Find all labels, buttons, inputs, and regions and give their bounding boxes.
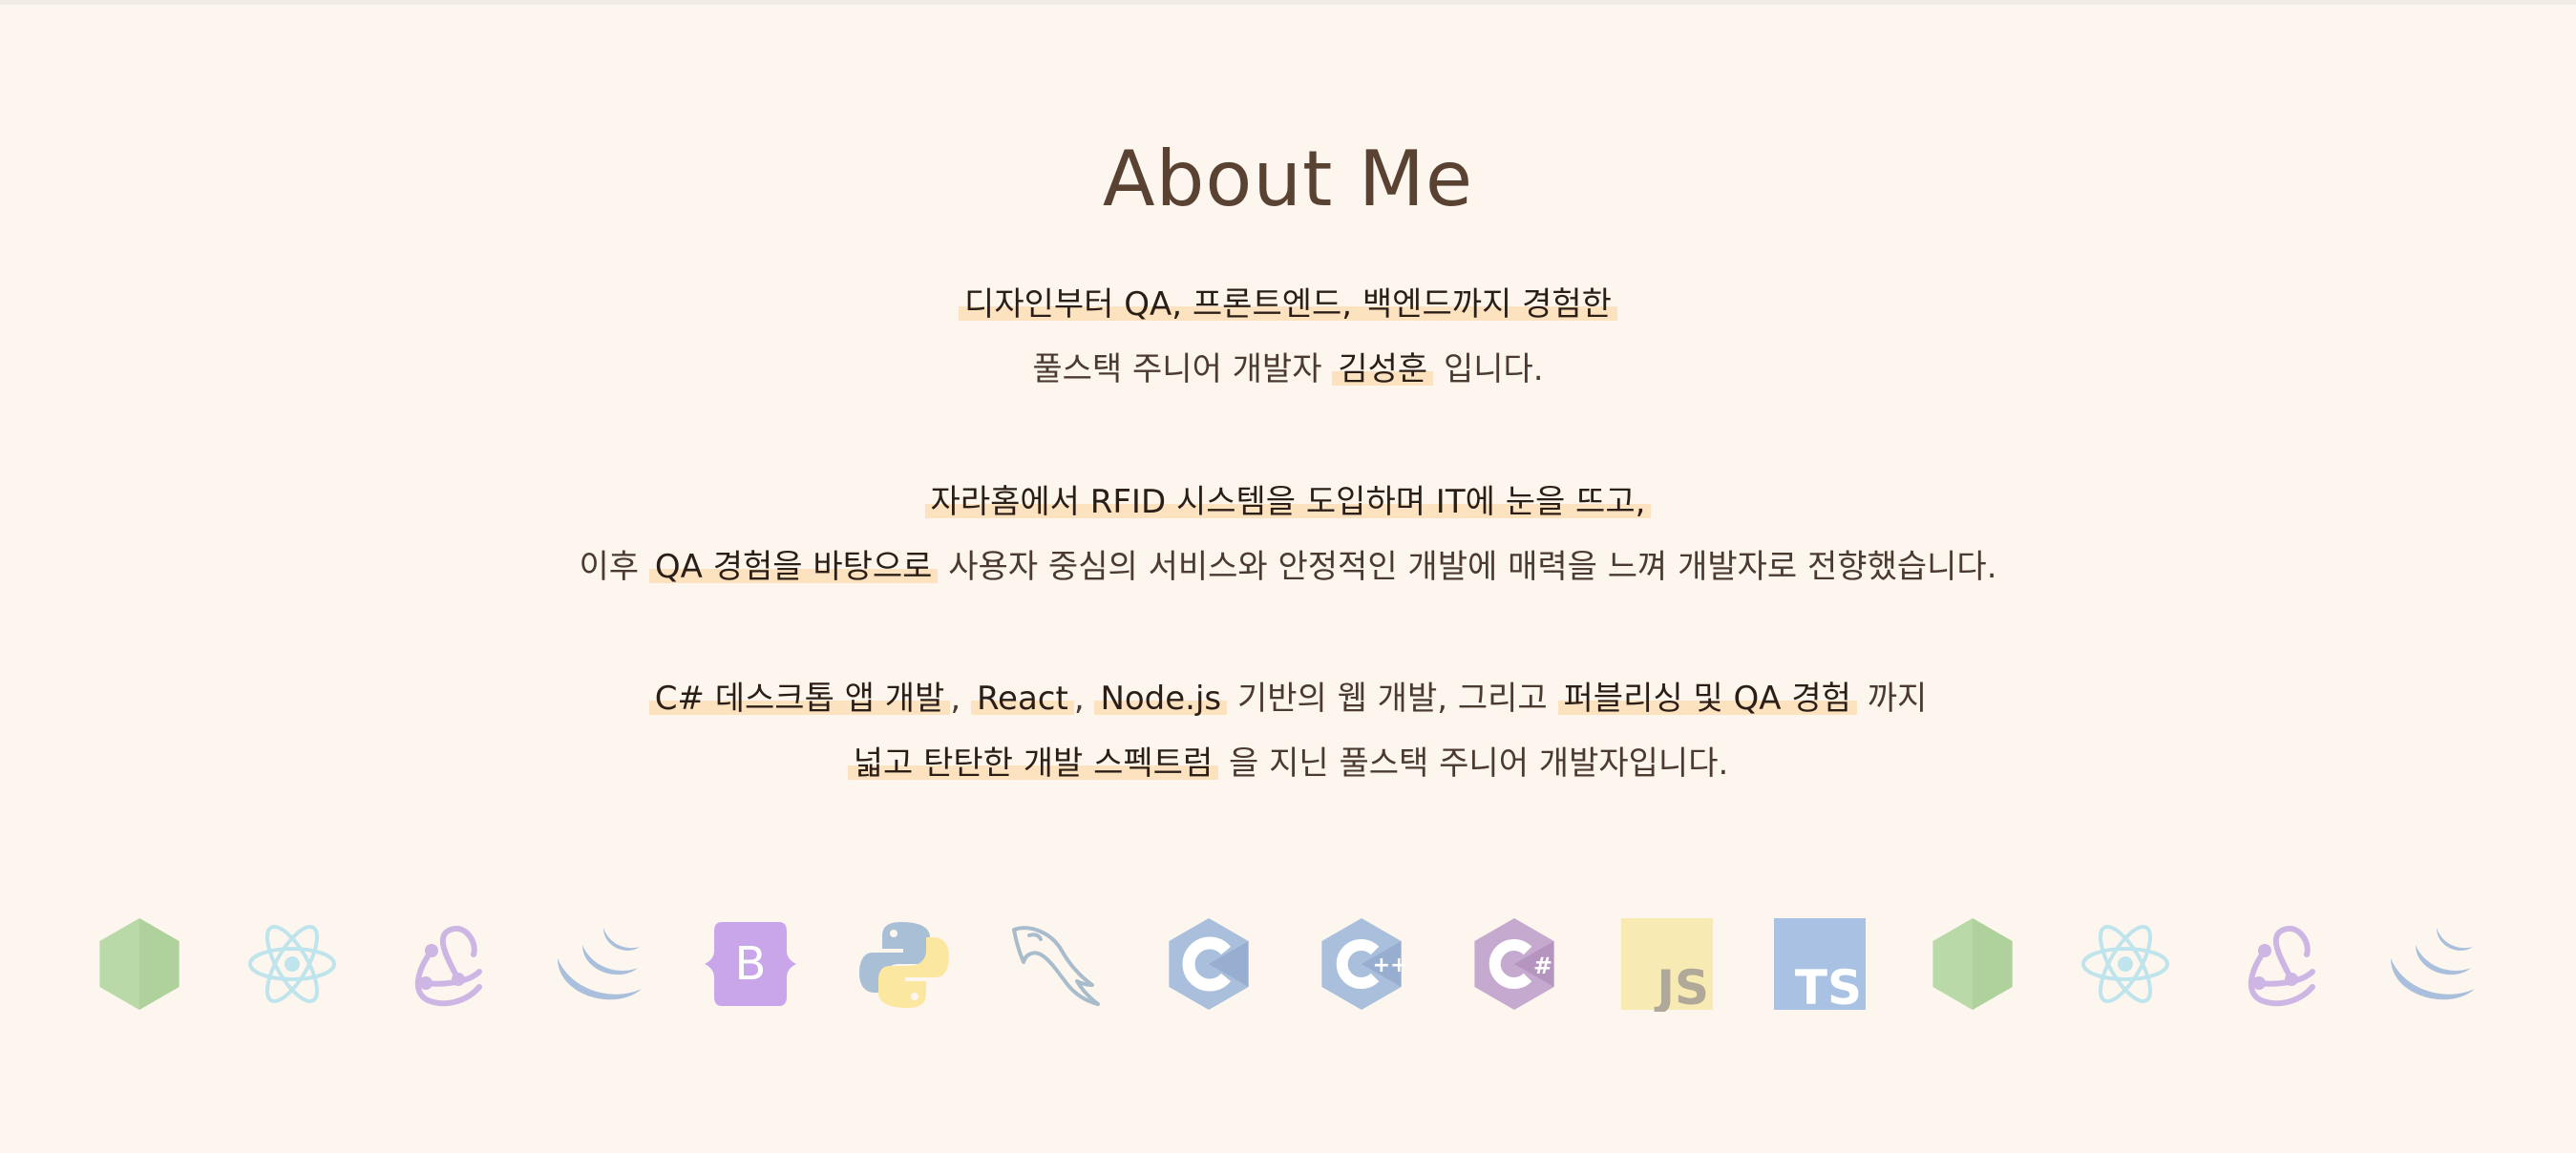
jquery-icon [2391, 928, 2475, 1000]
highlight-text: C# 데스크톱 앱 개발 [648, 680, 951, 718]
python-icon [859, 922, 949, 1008]
body-text: 입니다. [1433, 350, 1544, 388]
cpp-icon: ++ [1321, 918, 1408, 1010]
body-text: 기반의 웹 개발, 그리고 [1227, 680, 1558, 718]
body-text: 이후 [579, 548, 649, 586]
body-text: 을 지닌 풀스택 주니어 개발자입니다. [1218, 744, 1729, 783]
csharp-icon: # [1474, 918, 1554, 1010]
tech-icon-strip: B ++ # JS TS [0, 916, 2576, 1021]
body-text: 풀스택 주니어 개발자 [1032, 350, 1333, 388]
skills-line-2: 넓고 탄탄한 개발 스펙트럼 을 지닌 풀스택 주니어 개발자입니다. [0, 740, 2576, 787]
highlight-text: Node.js [1094, 680, 1228, 718]
javascript-icon: JS [1621, 918, 1713, 1012]
top-border [0, 0, 2576, 5]
mysql-icon [1012, 926, 1100, 1006]
section-title: About Me [1102, 135, 1474, 223]
jquery-icon [558, 928, 642, 1000]
svg-text:B: B [735, 937, 767, 991]
c-icon [1169, 918, 1249, 1010]
bootstrap-icon: B [705, 922, 796, 1006]
body-text: 까지 [1856, 680, 1928, 718]
highlight-text: QA 경험을 바탕으로 [648, 548, 939, 586]
body-text: 사용자 중심의 서비스와 안정적인 개발에 매력을 느껴 개발자로 전향했습니다… [938, 548, 1997, 586]
highlight-text: 넓고 탄탄한 개발 스펙트럼 [847, 744, 1219, 783]
nodejs-icon [99, 918, 179, 1010]
body-text: , [950, 680, 971, 718]
highlight-text: 퍼블리싱 및 QA 경험 [1557, 680, 1857, 718]
career-line-2: 이후 QA 경험을 바탕으로 사용자 중심의 서비스와 안정적인 개발에 매력을… [0, 543, 2576, 591]
highlight-text: React [970, 680, 1074, 718]
svg-text:#: # [1533, 953, 1552, 979]
body-text: , [1073, 680, 1095, 718]
react-icon [2081, 925, 2169, 1003]
svg-text:++: ++ [1373, 954, 1408, 977]
redux-icon [2248, 925, 2315, 1007]
career-line-1: 자라홈에서 RFID 시스템을 도입하며 IT에 눈을 뜨고, [0, 478, 2576, 526]
nodejs-icon [1932, 918, 2013, 1010]
highlight-text: 디자인부터 QA, 프론트엔드, 백엔드까지 경험한 [959, 285, 1617, 324]
react-icon [248, 925, 336, 1003]
svg-text:TS: TS [1795, 960, 1862, 1012]
skills-line-1: C# 데스크톱 앱 개발, React, Node.js 기반의 웹 개발, 그… [0, 675, 2576, 723]
highlight-text: 자라홈에서 RFID 시스템을 도입하며 IT에 눈을 뜨고, [924, 483, 1652, 521]
intro-line-2: 풀스택 주니어 개발자 김성훈 입니다. [0, 346, 2576, 393]
redux-icon [414, 925, 482, 1007]
intro-line-1: 디자인부터 QA, 프론트엔드, 백엔드까지 경험한 [0, 281, 2576, 328]
highlight-name: 김성훈 [1332, 350, 1434, 388]
typescript-icon: TS [1774, 918, 1866, 1012]
svg-text:JS: JS [1654, 960, 1709, 1012]
